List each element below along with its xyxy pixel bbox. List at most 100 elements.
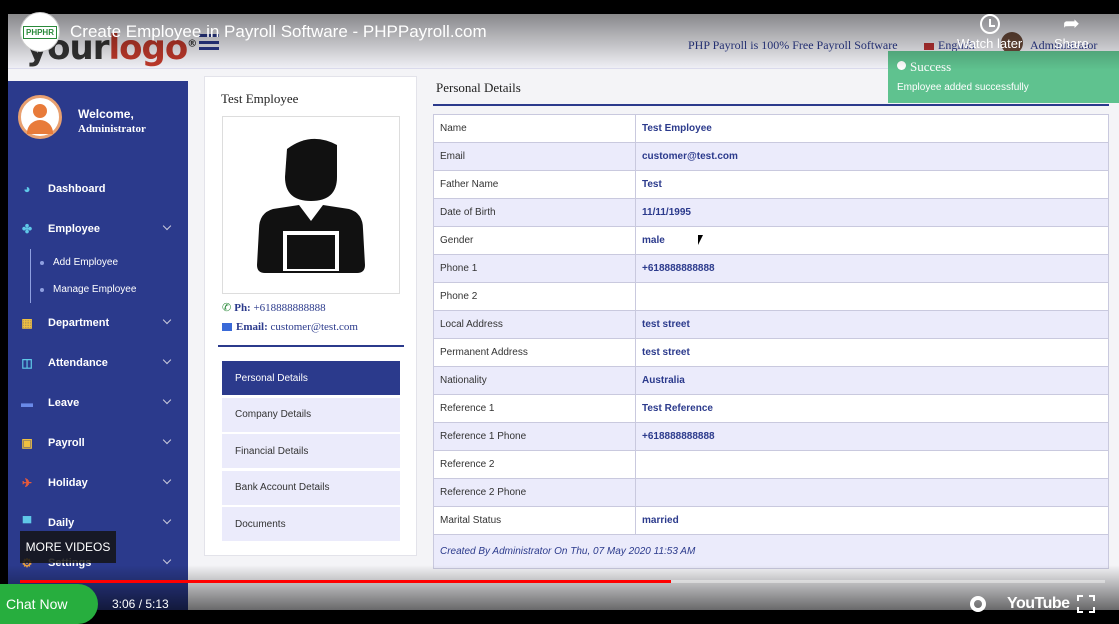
detail-key: Reference 2 (433, 450, 636, 479)
share-label: Share (1054, 36, 1089, 51)
detail-key: Marital Status (433, 506, 636, 535)
sidebar-item-label: Daily (48, 517, 75, 529)
gear-icon[interactable] (970, 596, 986, 612)
detail-key: Phone 1 (433, 254, 636, 283)
detail-key: Email (433, 142, 636, 171)
chat-now-button[interactable]: Chat Now (0, 584, 98, 624)
detail-value: Australia (635, 366, 1109, 395)
table-row: Reference 1 Test Reference (433, 394, 1109, 423)
calendar-icon: ◫ (21, 356, 33, 370)
detail-key: Phone 2 (433, 282, 636, 311)
watch-later-label: Watch later (957, 36, 1023, 51)
sidebar-item-label: Department (48, 317, 110, 329)
bed-icon: ▬ (21, 396, 33, 410)
share-button[interactable]: ➦ Share (1054, 14, 1089, 51)
channel-avatar[interactable]: PHPHR (20, 12, 60, 52)
video-title[interactable]: Create Employee in Payroll Software - PH… (70, 22, 487, 42)
plane-icon: ✈ (21, 476, 33, 490)
sidebar-item-attendance[interactable]: ◫ Attendance (8, 343, 188, 383)
video-time: 3:06 / 5:13 (112, 597, 169, 611)
detail-key: Local Address (433, 310, 636, 339)
detail-value: +618888888888 (635, 254, 1109, 283)
submenu-item-add-employee[interactable]: Add Employee (31, 249, 188, 276)
sidebar-item-payroll[interactable]: ▣ Payroll (8, 423, 188, 463)
sidebar-item-label: Payroll (48, 437, 85, 449)
tab-company-details[interactable]: Company Details (222, 397, 400, 432)
more-videos-button[interactable]: MORE VIDEOS (20, 531, 116, 563)
success-toast[interactable]: Success Employee added successfully (888, 51, 1119, 103)
detail-key: Reference 1 Phone (433, 422, 636, 451)
sidebar-item-label: Attendance (48, 357, 108, 369)
sidebar-item-dashboard[interactable]: ◕ Dashboard (8, 169, 188, 209)
sidebar-item-label: Employee (48, 223, 100, 235)
toast-message: Employee added successfully (897, 82, 1029, 93)
detail-key: Reference 1 (433, 394, 636, 423)
sidebar-item-leave[interactable]: ▬ Leave (8, 383, 188, 423)
calendar-daily-icon: ▀ (22, 516, 32, 530)
tab-documents[interactable]: Documents (222, 507, 400, 541)
table-row: Nationality Australia (433, 366, 1109, 395)
table-row: Gender male (433, 226, 1109, 255)
detail-value (635, 478, 1109, 507)
table-row: Marital Status married (433, 506, 1109, 535)
header-tagline: PHP Payroll is 100% Free Payroll Softwar… (688, 38, 898, 52)
welcome-avatar (18, 95, 62, 139)
youtube-logo[interactable]: YouTube (1007, 595, 1070, 613)
table-row: Phone 1 +618888888888 (433, 254, 1109, 283)
profile-email: Email: customer@test.com (222, 321, 358, 333)
detail-key: Reference 2 Phone (433, 478, 636, 507)
details-title: Personal Details (436, 80, 521, 95)
dashboard-icon: ◕ (23, 182, 31, 196)
chevron-down-icon (162, 555, 172, 565)
detail-value: Test Employee (635, 114, 1109, 143)
table-row: Permanent Address test street (433, 338, 1109, 367)
sidebar-item-label: Holiday (48, 477, 88, 489)
table-row: Email customer@test.com (433, 142, 1109, 171)
chevron-down-icon (162, 355, 172, 365)
details-table: Name Test Employee Email customer@test.com F… (433, 114, 1109, 569)
users-icon: ✤ (21, 222, 33, 236)
detail-value: 11/11/1995 (635, 198, 1109, 227)
tab-financial-details[interactable]: Financial Details (222, 434, 400, 468)
fullscreen-icon[interactable] (1077, 595, 1095, 613)
chevron-down-icon (162, 475, 172, 485)
detail-value: married (635, 506, 1109, 535)
detail-value: test street (635, 338, 1109, 367)
sidebar-item-holiday[interactable]: ✈ Holiday (8, 463, 188, 503)
channel-badge: PHPHR (22, 25, 57, 39)
table-row: Local Address test street (433, 310, 1109, 339)
detail-value: customer@test.com (635, 142, 1109, 171)
table-row: Reference 1 Phone +618888888888 (433, 422, 1109, 451)
table-row: Reference 2 Phone (433, 478, 1109, 507)
table-row: Phone 2 (433, 282, 1109, 311)
welcome-user-name: Administrator (78, 123, 146, 135)
detail-value: Test (635, 170, 1109, 199)
detail-key: Name (433, 114, 636, 143)
sidebar-item-label: Dashboard (48, 183, 106, 195)
profile-name: Test Employee (221, 91, 299, 106)
table-row: Father Name Test (433, 170, 1109, 199)
table-row: Name Test Employee (433, 114, 1109, 143)
profile-phone: ✆ Ph: +618888888888 (222, 302, 326, 314)
detail-key: Father Name (433, 170, 636, 199)
sidebar-item-employee[interactable]: ✤ Employee (8, 209, 188, 249)
sidebar-menu: ◕ Dashboard ✤ Employee Add Employee Mana… (8, 169, 188, 583)
table-row: Date of Birth 11/11/1995 (433, 198, 1109, 227)
user-silhouette-icon (257, 138, 365, 273)
detail-key: Gender (433, 226, 636, 255)
tab-bank-account-details[interactable]: Bank Account Details (222, 470, 400, 505)
profile-card: Test Employee ✆ Ph: +618888888888 Email: … (204, 76, 417, 556)
share-icon: ➦ (1062, 13, 1080, 35)
card-divider (218, 345, 404, 347)
progress-bar[interactable] (20, 580, 1105, 583)
sidebar-item-department[interactable]: ▦ Department (8, 303, 188, 343)
employee-submenu: Add Employee Manage Employee (30, 249, 188, 303)
video-bottom-overlay (0, 565, 1119, 624)
chevron-down-icon (162, 221, 172, 231)
watch-later-button[interactable]: Watch later (957, 14, 1022, 51)
profile-photo (222, 116, 400, 294)
tab-personal-details[interactable]: Personal Details (222, 361, 400, 395)
detail-key: Date of Birth (433, 198, 636, 227)
submenu-item-manage-employee[interactable]: Manage Employee (31, 276, 188, 303)
chevron-down-icon (162, 435, 172, 445)
